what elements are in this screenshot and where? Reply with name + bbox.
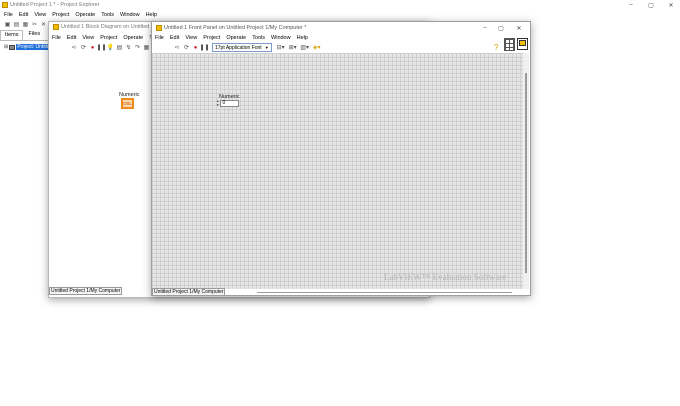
numeric-control[interactable]: Numeric ▲ ▼ 0 bbox=[216, 94, 239, 107]
explorer-menubar: File Edit View Project Operate Tools Window Hel… bbox=[1, 10, 160, 19]
numeric-terminal-box[interactable]: DBL bbox=[121, 98, 134, 109]
block-diagram-menu-project[interactable]: Project bbox=[97, 35, 120, 41]
explorer-menu-window[interactable]: Window bbox=[117, 12, 143, 18]
explorer-titlebar: Untitled Project 1 * - Project Explorer bbox=[0, 0, 680, 10]
explorer-menu-help[interactable]: Help bbox=[143, 12, 160, 18]
explorer-close-button[interactable]: ✕ bbox=[664, 0, 678, 10]
expand-toggle-icon[interactable]: ⊞ bbox=[4, 44, 8, 50]
tab-files[interactable]: Files bbox=[23, 30, 45, 40]
font-selector[interactable]: 17pt Application Font ▼ bbox=[212, 43, 272, 52]
numeric-terminal-label: Numeric bbox=[119, 92, 140, 98]
context-help-icon[interactable]: ? bbox=[494, 43, 498, 52]
run-continuously-icon[interactable]: ⟳ bbox=[183, 44, 190, 51]
front-panel-status: Untitled Project 1/My Computer bbox=[152, 288, 226, 295]
run-arrow-icon[interactable]: ➪ bbox=[71, 44, 78, 51]
vi-icon[interactable] bbox=[517, 38, 528, 50]
new-file-icon[interactable]: ▣ bbox=[4, 21, 11, 28]
resize-objects-icon[interactable]: ▥▾ bbox=[300, 44, 310, 51]
explorer-title: Untitled Project 1 * - Project Explorer bbox=[10, 2, 100, 8]
explorer-tree: ⊞ Project: Untitled Project 1 bbox=[0, 40, 75, 291]
front-panel-toolbar: ➪ ⟳ ● ❚❚ 17pt Application Font ▼ ⊟▾ ⊞▾ ▥… bbox=[174, 43, 324, 52]
labview-vi-icon bbox=[156, 25, 162, 31]
vertical-scrollbar-thumb[interactable] bbox=[525, 73, 527, 273]
pause-icon[interactable]: ❚❚ bbox=[96, 44, 106, 51]
block-diagram-menu-operate[interactable]: Operate bbox=[120, 35, 146, 41]
tab-items[interactable]: Items bbox=[0, 30, 24, 40]
vertical-scrollbar[interactable] bbox=[523, 53, 529, 289]
horizontal-scrollbar[interactable] bbox=[232, 290, 522, 294]
front-panel-menu-file[interactable]: File bbox=[152, 35, 167, 41]
increment-decrement-icon[interactable]: ▲ ▼ bbox=[216, 99, 219, 107]
front-panel-menu-help[interactable]: Help bbox=[294, 35, 311, 41]
step-into-icon[interactable]: ↯ bbox=[125, 44, 132, 51]
cut-icon[interactable]: ✂ bbox=[31, 21, 38, 28]
font-selector-value: 17pt Application Font bbox=[215, 44, 262, 51]
front-panel-titlebar: Untitled 1 Front Panel on Untitled Proje… bbox=[152, 23, 530, 33]
numeric-terminal[interactable]: Numeric DBL bbox=[119, 92, 139, 109]
front-panel-minimize-button[interactable]: – bbox=[478, 23, 492, 33]
retain-wire-values-icon[interactable]: ▤ bbox=[116, 44, 123, 51]
clean-diagram-icon[interactable]: ▦ bbox=[143, 44, 150, 51]
explorer-menu-tools[interactable]: Tools bbox=[98, 12, 117, 18]
project-icon bbox=[9, 44, 16, 50]
front-panel-maximize-button[interactable]: ▢ bbox=[494, 23, 508, 33]
numeric-terminal-type: DBL bbox=[123, 101, 132, 106]
step-over-icon[interactable]: ↷ bbox=[134, 44, 141, 51]
front-panel-menu-view[interactable]: View bbox=[182, 35, 200, 41]
front-panel-menu-operate[interactable]: Operate bbox=[223, 35, 249, 41]
abort-icon[interactable]: ● bbox=[192, 44, 199, 51]
block-diagram-menu-view[interactable]: View bbox=[79, 35, 97, 41]
explorer-maximize-button[interactable]: ▢ bbox=[644, 0, 658, 10]
front-panel-title: Untitled 1 Front Panel on Untitled Proje… bbox=[164, 25, 307, 31]
numeric-control-value[interactable]: 0 bbox=[220, 100, 240, 107]
front-panel-window: Untitled 1 Front Panel on Untitled Proje… bbox=[151, 21, 531, 296]
block-diagram-toolbar: ➪ ⟳ ● ❚❚ 💡 ▤ ↯ ↷ ▦ bbox=[71, 43, 152, 52]
highlight-execution-icon[interactable]: 💡 bbox=[107, 44, 114, 51]
explorer-menu-view[interactable]: View bbox=[31, 12, 49, 18]
chevron-down-icon: ▼ bbox=[264, 45, 269, 50]
explorer-minimize-button[interactable]: – bbox=[624, 0, 638, 10]
open-folder-icon[interactable]: ▤ bbox=[13, 21, 20, 28]
front-panel-menu-window[interactable]: Window bbox=[268, 35, 294, 41]
save-icon[interactable]: ▦ bbox=[22, 21, 29, 28]
front-panel-menubar: File Edit View Project Operate Tools Window Hel… bbox=[152, 34, 311, 42]
block-diagram-menu-file[interactable]: File bbox=[49, 35, 64, 41]
labview-app-icon bbox=[2, 2, 8, 8]
delete-icon[interactable]: ✕ bbox=[40, 21, 47, 28]
explorer-menu-file[interactable]: File bbox=[1, 12, 16, 18]
align-objects-icon[interactable]: ⊟▾ bbox=[276, 44, 286, 51]
connector-pane-icon[interactable] bbox=[504, 38, 515, 51]
distribute-objects-icon[interactable]: ⊞▾ bbox=[288, 44, 298, 51]
run-continuously-icon[interactable]: ⟳ bbox=[80, 44, 87, 51]
horizontal-scrollbar-thumb[interactable] bbox=[257, 292, 512, 293]
block-diagram-canvas[interactable] bbox=[49, 53, 152, 287]
abort-icon[interactable]: ● bbox=[89, 44, 96, 51]
front-panel-menu-edit[interactable]: Edit bbox=[167, 35, 182, 41]
block-diagram-status: Untitled Project 1/My Computer bbox=[49, 287, 123, 295]
run-arrow-icon[interactable]: ➪ bbox=[174, 44, 181, 51]
pause-icon[interactable]: ❚❚ bbox=[199, 44, 209, 51]
explorer-tabs: Items Files bbox=[0, 30, 48, 40]
explorer-menu-edit[interactable]: Edit bbox=[16, 12, 31, 18]
front-panel-canvas[interactable] bbox=[152, 53, 523, 289]
front-panel-menu-tools[interactable]: Tools bbox=[249, 35, 268, 41]
evaluation-watermark: LabVIEW™ Evaluation Software bbox=[384, 272, 507, 282]
explorer-menu-project[interactable]: Project bbox=[49, 12, 72, 18]
reorder-icon[interactable]: ◈▾ bbox=[312, 44, 322, 51]
labview-vi-icon bbox=[53, 24, 59, 30]
explorer-menu-operate[interactable]: Operate bbox=[72, 12, 98, 18]
block-diagram-menu-edit[interactable]: Edit bbox=[64, 35, 79, 41]
block-diagram-menubar: FileEditViewProjectOperateTools bbox=[49, 34, 165, 42]
front-panel-close-button[interactable]: ✕ bbox=[512, 23, 526, 33]
vi-icon-graphic bbox=[519, 40, 526, 46]
front-panel-menu-project[interactable]: Project bbox=[200, 35, 223, 41]
